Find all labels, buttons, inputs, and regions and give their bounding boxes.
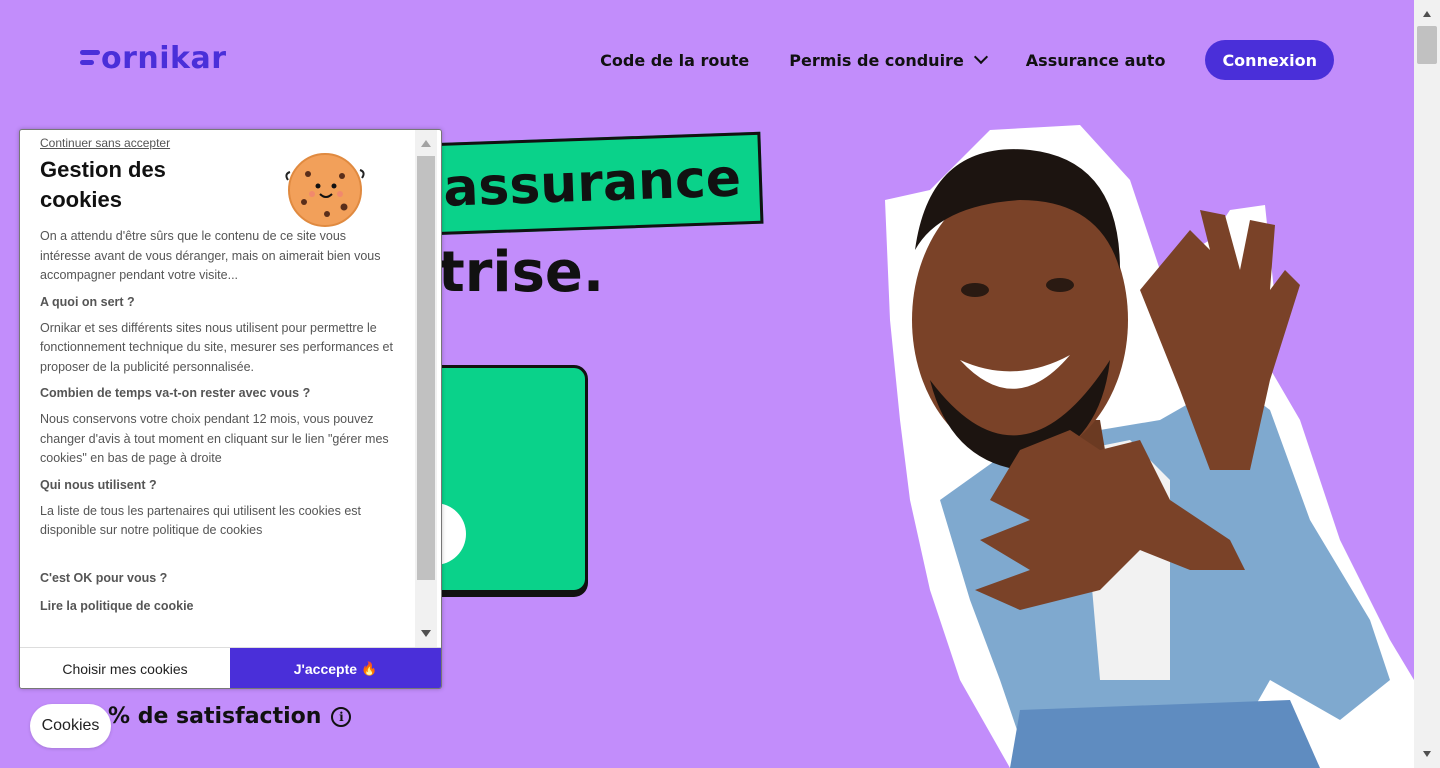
cookie-answer-2: Nous conservons votre choix pendant 12 m… (40, 412, 389, 465)
hero-person-image (885, 125, 1414, 768)
hero-tag-text: assurance (442, 148, 742, 219)
main-nav: Code de la route Permis de conduire Assu… (600, 40, 1334, 80)
chevron-down-icon (973, 49, 988, 65)
scroll-down-icon[interactable] (421, 630, 431, 637)
logo-text: ornikar (101, 40, 227, 76)
ornikar-logo[interactable]: ornikar (80, 40, 227, 76)
flame-icon: 🔥 (361, 660, 378, 676)
cookie-question-4: C'est OK pour vous ? (40, 570, 168, 585)
cookie-dialog-content[interactable]: Continuer sans accepter Gestion des cook… (20, 130, 414, 647)
cookie-question-3: Qui nous utilisent ? (40, 477, 157, 492)
cookie-answer-3: La liste de tous les partenaires qui uti… (40, 503, 362, 538)
connexion-button[interactable]: Connexion (1205, 40, 1334, 80)
cookie-question-1: A quoi on sert ? (40, 294, 135, 309)
nav-assurance-auto[interactable]: Assurance auto (1026, 51, 1166, 70)
logo-mark-icon (80, 45, 100, 71)
cookie-policy-link[interactable]: Lire la politique de cookie (40, 599, 394, 613)
continue-without-accepting-link[interactable]: Continuer sans accepter (40, 136, 394, 150)
cookie-intro-text: On a attendu d'être sûrs que le contenu … (40, 229, 381, 282)
accept-cookies-button[interactable]: J'accepte 🔥 (230, 648, 441, 688)
cookies-settings-button[interactable]: Cookies (30, 704, 111, 748)
nav-permis-dropdown[interactable]: Permis de conduire (789, 49, 988, 70)
cookie-consent-dialog: Continuer sans accepter Gestion des cook… (19, 129, 442, 689)
scroll-up-icon[interactable] (1423, 11, 1431, 17)
cookie-dialog-title: Gestion des cookies (40, 157, 166, 212)
choose-cookies-button[interactable]: Choisir mes cookies (20, 648, 230, 688)
info-icon[interactable]: i (331, 706, 352, 727)
nav-assurance-label: Assurance auto (1025, 50, 1166, 70)
cookie-dialog-scrollbar[interactable] (415, 130, 437, 647)
nav-code-route-label: Code de la route (600, 50, 750, 70)
scroll-down-icon[interactable] (1423, 751, 1431, 757)
page-scroll-thumb[interactable] (1417, 26, 1437, 64)
page-scrollbar[interactable] (1414, 0, 1440, 768)
hero-tag: assurance (398, 131, 764, 237)
scroll-up-icon[interactable] (421, 140, 431, 147)
nav-permis-label: Permis de conduire (789, 50, 964, 70)
cookie-dialog-scroll-thumb[interactable] (417, 156, 435, 580)
accept-cookies-label: J'accepte (293, 660, 358, 677)
cookie-mascot-icon (285, 153, 365, 227)
hero-headline-line2: trise. (438, 240, 605, 305)
cookie-question-2: Combien de temps va-t-on rester avec vou… (40, 386, 311, 400)
cookie-dialog-actions: Choisir mes cookies J'accepte 🔥 (20, 647, 441, 688)
cookie-answer-1: Ornikar et ses différents sites nous uti… (40, 320, 393, 374)
satisfaction-text: % de satisfaction (108, 704, 322, 729)
satisfaction-line: % de satisfaction i (108, 704, 352, 729)
nav-code-route[interactable]: Code de la route (600, 51, 749, 70)
